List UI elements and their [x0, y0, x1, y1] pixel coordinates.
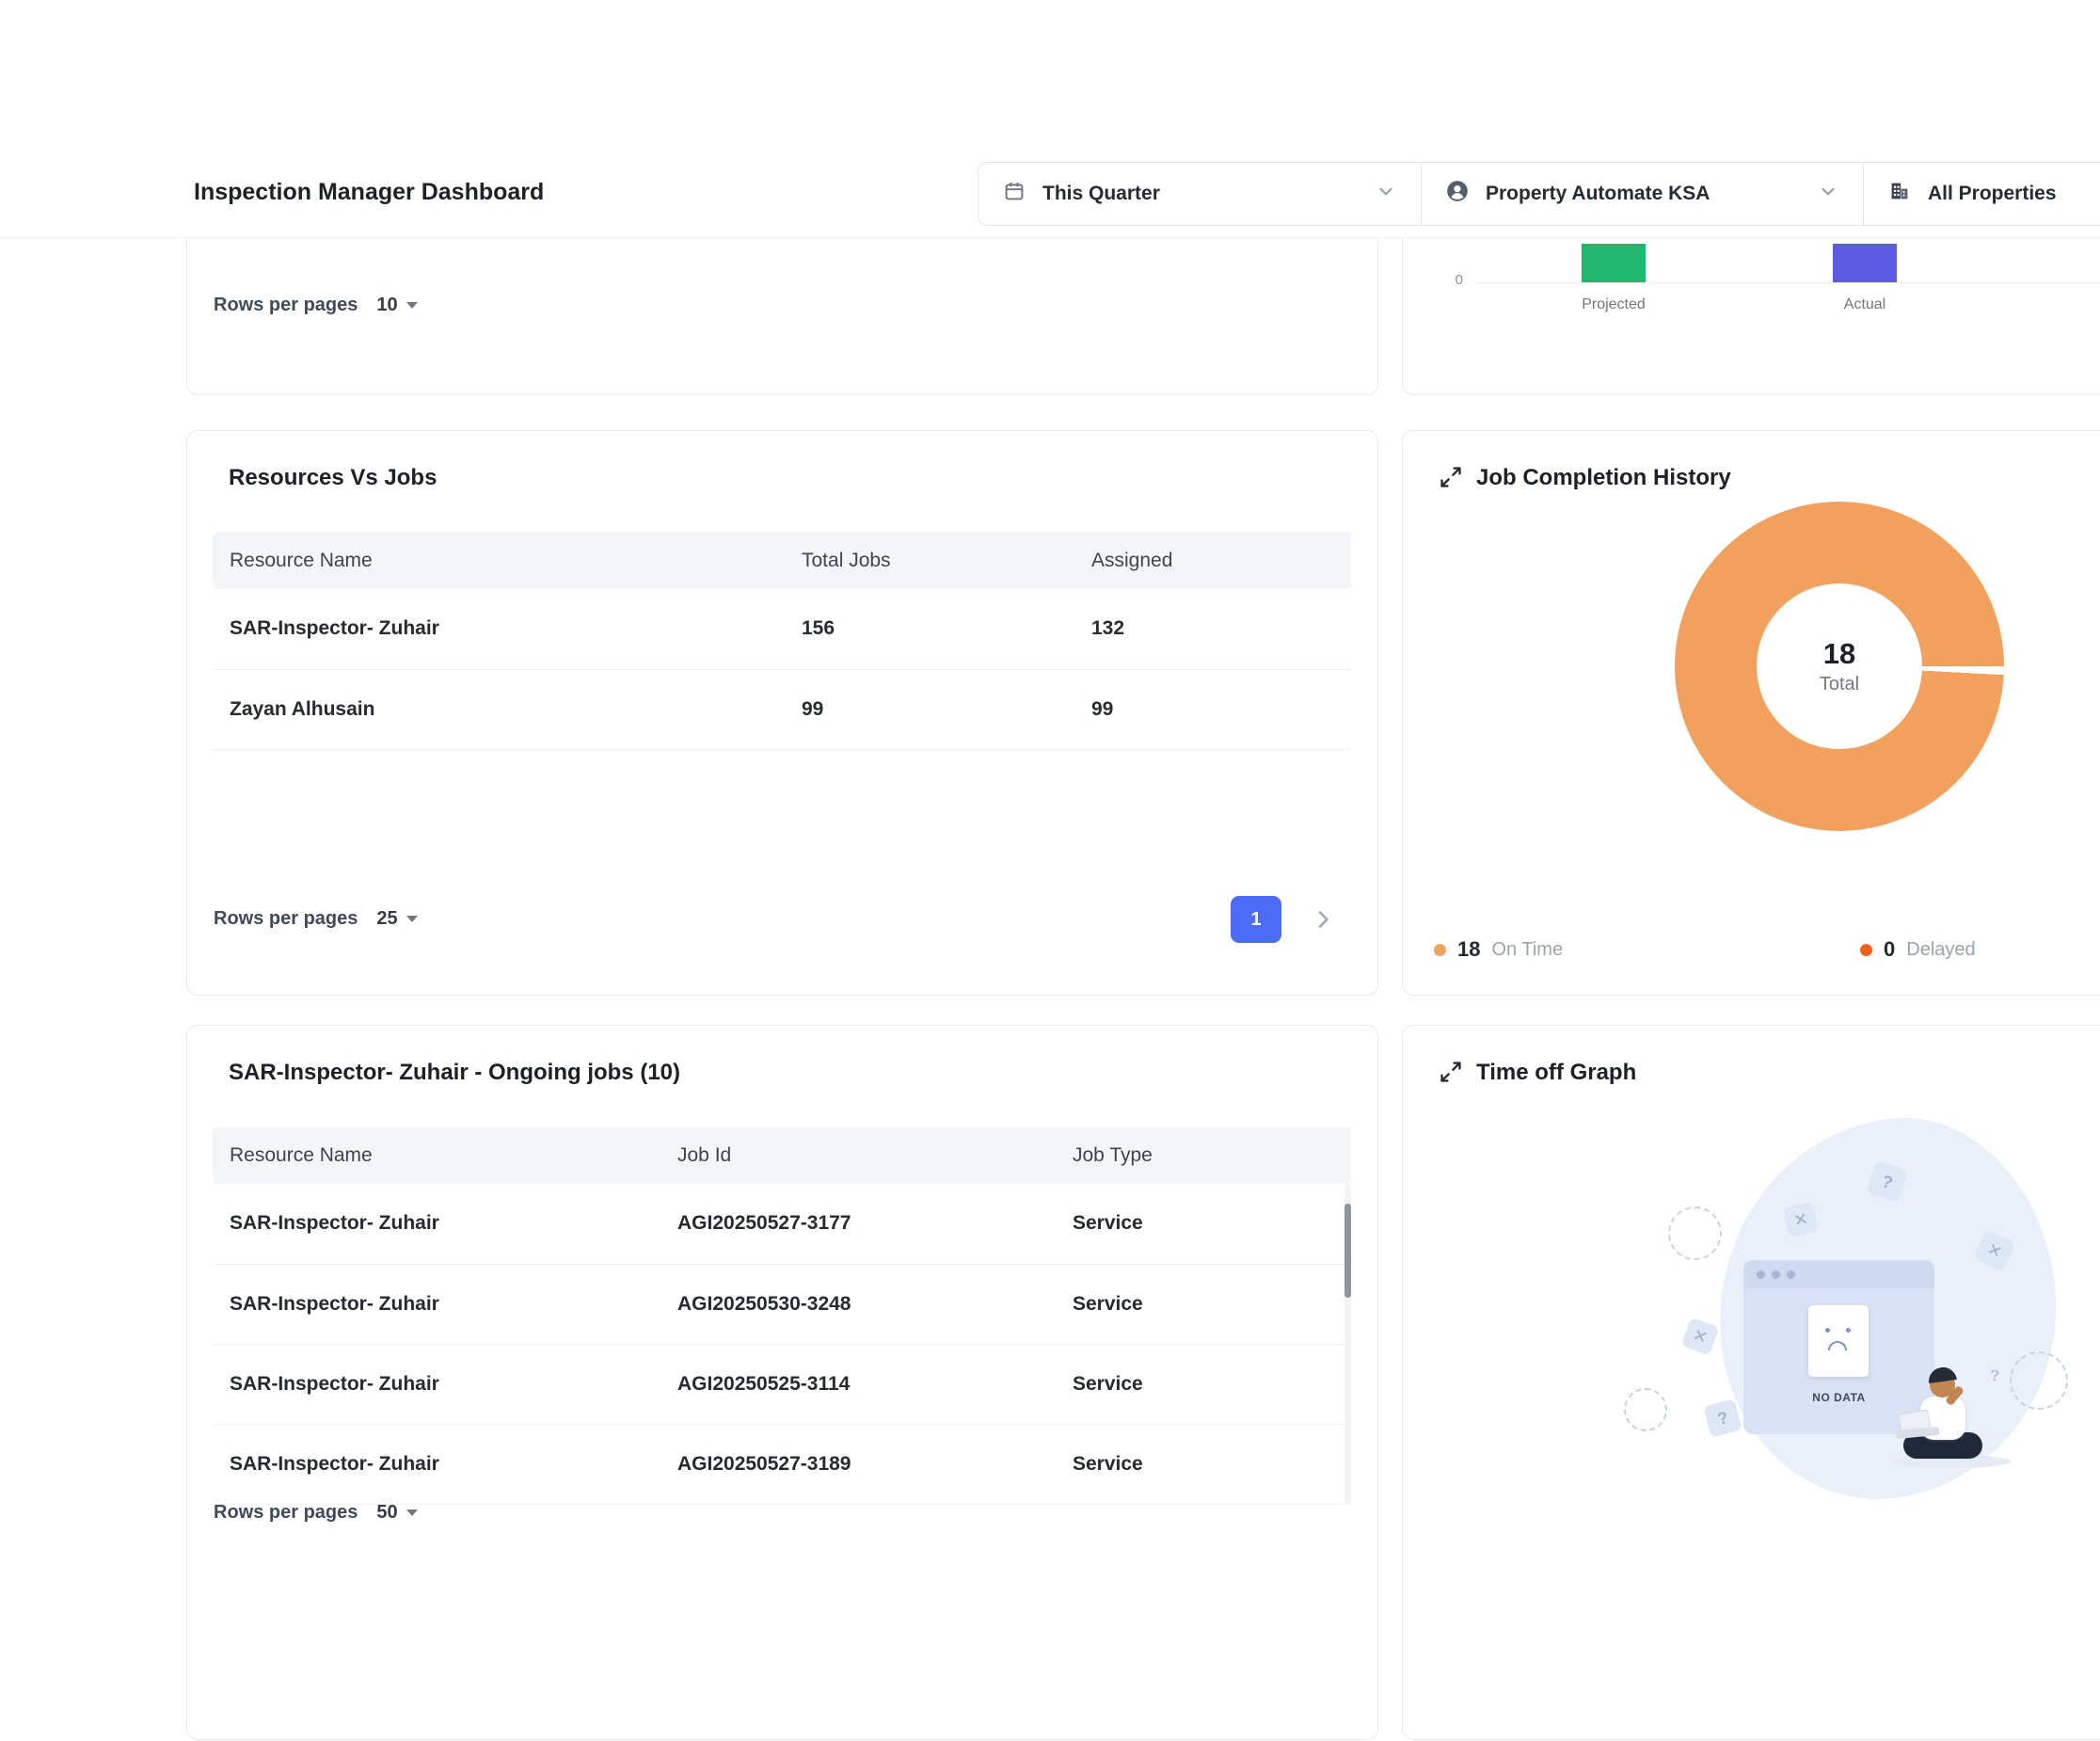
- period-filter-dropdown[interactable]: This Quarter: [978, 163, 1421, 225]
- resources-vs-jobs-card: Resources Vs Jobs Resource Name Total Jo…: [186, 430, 1378, 996]
- legend-dot-delayed: [1860, 944, 1872, 956]
- job-type-cell: Service: [1056, 1344, 1351, 1424]
- rows-per-page-label: Rows per pages: [214, 908, 358, 930]
- bar-projected: [1582, 244, 1646, 282]
- job-id-cell: AGI20250527-3189: [660, 1424, 1056, 1504]
- total-jobs-cell: 156: [785, 589, 1074, 669]
- assigned-cell: 99: [1074, 669, 1351, 749]
- next-page-button[interactable]: [1309, 905, 1337, 938]
- chevron-down-icon: [1376, 181, 1396, 207]
- assigned-cell: 132: [1074, 589, 1351, 669]
- resources-table: Resource Name Total Jobs Assigned SAR-In…: [213, 532, 1351, 750]
- table-row[interactable]: SAR-Inspector- Zuhair AGI20250525-3114 S…: [213, 1344, 1351, 1424]
- user-icon: [1446, 180, 1469, 208]
- column-header: Job Id: [660, 1126, 1056, 1184]
- properties-filter-label: All Properties: [1928, 183, 2057, 205]
- dashed-circle-decoration: [1668, 1206, 1722, 1260]
- legend-item-delayed[interactable]: 0 Delayed: [1860, 937, 1976, 962]
- donut-total-label: Total: [1820, 674, 1859, 695]
- column-header: Resource Name: [213, 532, 785, 589]
- y-axis-zero-label: 0: [1425, 272, 1463, 288]
- rows-per-page-select[interactable]: 10: [376, 295, 417, 316]
- bar-actual: [1833, 244, 1897, 282]
- time-off-card: Time off Graph ? ✕ ✕ ? ✕ NO DATA: [1402, 1025, 2100, 1740]
- cross-tile-icon: ✕: [1783, 1202, 1819, 1238]
- donut-center: 18 Total: [1757, 583, 1922, 749]
- no-data-illustration: ? ✕ ✕ ? ✕ NO DATA ?: [1403, 1026, 2100, 1741]
- resource-name-cell: Zayan Alhusain: [213, 669, 785, 749]
- card-title: Resources Vs Jobs: [229, 465, 437, 491]
- rows-per-page-label: Rows per pages: [214, 1502, 358, 1524]
- table-row[interactable]: SAR-Inspector- Zuhair 156 132: [213, 589, 1351, 669]
- rows-per-page-select[interactable]: 50: [376, 1502, 417, 1524]
- column-header: Resource Name: [213, 1126, 660, 1184]
- legend-label: On Time: [1491, 939, 1563, 961]
- legend-value: 0: [1884, 937, 1895, 962]
- ongoing-jobs-table: Resource Name Job Id Job Type SAR-Inspec…: [213, 1126, 1351, 1505]
- resource-name-cell: SAR-Inspector- Zuhair: [213, 1264, 660, 1344]
- period-filter-label: This Quarter: [1042, 183, 1160, 205]
- rows-per-page-label: Rows per pages: [214, 295, 358, 316]
- expand-icon[interactable]: [1439, 465, 1463, 494]
- legend-item-on-time[interactable]: 18 On Time: [1434, 937, 1563, 962]
- ongoing-jobs-card: SAR-Inspector- Zuhair - Ongoing jobs (10…: [186, 1025, 1378, 1740]
- resource-name-cell: SAR-Inspector- Zuhair: [213, 1184, 660, 1264]
- job-type-cell: Service: [1056, 1264, 1351, 1344]
- column-header: Assigned: [1074, 532, 1351, 589]
- card-title: SAR-Inspector- Zuhair - Ongoing jobs (10…: [229, 1060, 680, 1086]
- page-title: Inspection Manager Dashboard: [194, 179, 544, 206]
- cross-tile-icon: ✕: [1680, 1317, 1719, 1355]
- card-title: Job Completion History: [1476, 465, 1731, 491]
- job-completion-card: Job Completion History 18 Total 18 On Ti…: [1402, 430, 2100, 996]
- dashed-circle-decoration: [2010, 1351, 2068, 1410]
- sad-document-icon: [1808, 1305, 1869, 1377]
- table-row[interactable]: SAR-Inspector- Zuhair AGI20250527-3189 S…: [213, 1424, 1351, 1504]
- dashed-circle-decoration: [1624, 1388, 1667, 1431]
- rows-per-page-select[interactable]: 25: [376, 908, 417, 930]
- caret-down-icon: [406, 302, 418, 309]
- caret-down-icon: [406, 916, 418, 922]
- donut-total-value: 18: [1823, 637, 1855, 671]
- question-tile-icon: ?: [1703, 1398, 1742, 1438]
- browser-titlebar-graphic: [1743, 1260, 1934, 1288]
- table-scrollbar-thumb[interactable]: [1344, 1204, 1351, 1298]
- account-filter-label: Property Automate KSA: [1486, 183, 1710, 205]
- legend-value: 18: [1457, 937, 1480, 962]
- resource-name-cell: SAR-Inspector- Zuhair: [213, 1424, 660, 1504]
- bar-label-projected: Projected: [1548, 296, 1679, 313]
- job-id-cell: AGI20250525-3114: [660, 1344, 1056, 1424]
- resource-name-cell: SAR-Inspector- Zuhair: [213, 589, 785, 669]
- question-mark-decoration: ?: [1990, 1366, 1999, 1385]
- building-icon: [1888, 180, 1911, 208]
- job-id-cell: AGI20250530-3248: [660, 1264, 1056, 1344]
- resource-name-cell: SAR-Inspector- Zuhair: [213, 1344, 660, 1424]
- page-header: Inspection Manager Dashboard This Quarte…: [0, 0, 2100, 238]
- job-id-cell: AGI20250527-3177: [660, 1184, 1056, 1264]
- total-jobs-cell: 99: [785, 669, 1074, 749]
- table-row[interactable]: SAR-Inspector- Zuhair AGI20250527-3177 S…: [213, 1184, 1351, 1264]
- bar-label-actual: Actual: [1799, 296, 1931, 313]
- legend-label: Delayed: [1906, 939, 1975, 961]
- column-header: Job Type: [1056, 1126, 1351, 1184]
- job-completion-donut: 18 Total: [1675, 502, 2004, 831]
- properties-filter-dropdown[interactable]: All Properties: [1863, 163, 2100, 225]
- legend-dot-on-time: [1434, 944, 1446, 956]
- page-1-button[interactable]: 1: [1231, 896, 1281, 943]
- header-filter-group: This Quarter Property Automate KSA: [978, 162, 2100, 226]
- person-graphic: ?: [1892, 1365, 2014, 1468]
- table-row[interactable]: SAR-Inspector- Zuhair AGI20250530-3248 S…: [213, 1264, 1351, 1344]
- account-filter-dropdown[interactable]: Property Automate KSA: [1421, 163, 1863, 225]
- job-type-cell: Service: [1056, 1424, 1351, 1504]
- table-row[interactable]: Zayan Alhusain 99 99: [213, 669, 1351, 749]
- chevron-down-icon: [1818, 181, 1838, 207]
- job-type-cell: Service: [1056, 1184, 1351, 1264]
- calendar-icon: [1003, 180, 1026, 208]
- caret-down-icon: [406, 1509, 418, 1516]
- x-axis-line: [1474, 282, 2100, 283]
- column-header: Total Jobs: [785, 532, 1074, 589]
